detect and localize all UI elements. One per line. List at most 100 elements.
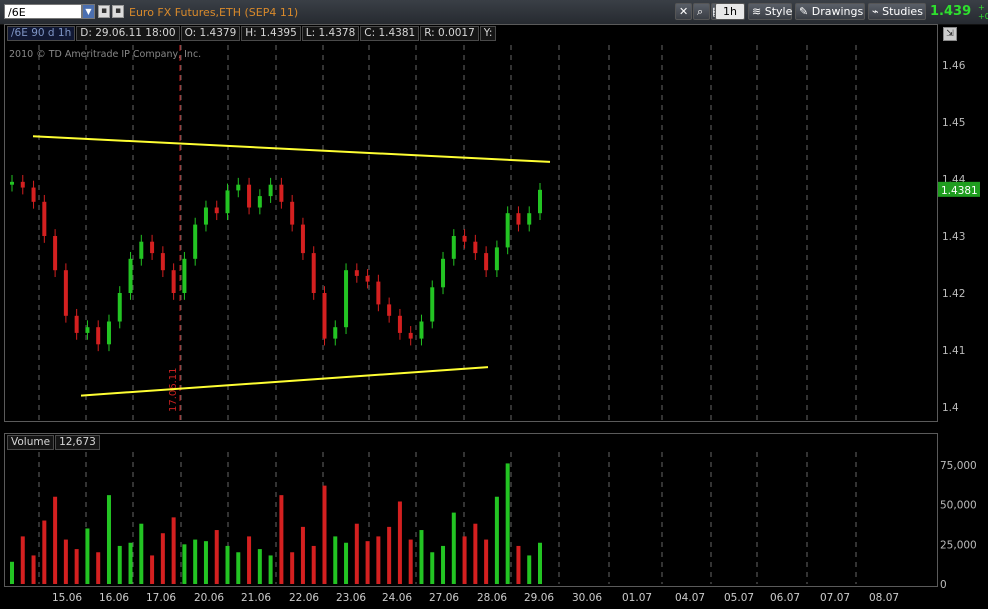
volume-bar bbox=[408, 539, 413, 584]
volume-bar bbox=[160, 533, 165, 584]
x-tick-label: 05.07 bbox=[724, 592, 754, 604]
volume-bar bbox=[74, 549, 79, 584]
x-tick-label: 22.06 bbox=[289, 592, 319, 604]
candle-body bbox=[527, 213, 532, 225]
volume-bar bbox=[516, 545, 521, 584]
volume-bar bbox=[505, 463, 510, 584]
volume-bar bbox=[193, 539, 198, 584]
candle-body bbox=[494, 247, 499, 271]
candle-body bbox=[473, 241, 478, 254]
volume-bar bbox=[322, 485, 327, 584]
volume-bar bbox=[10, 561, 14, 584]
candle-body bbox=[441, 258, 446, 288]
price-tick-label: 1.4 bbox=[942, 402, 959, 414]
volume-bar bbox=[527, 555, 532, 584]
candle-body bbox=[236, 184, 241, 191]
candle-body bbox=[462, 236, 467, 242]
candle-body bbox=[74, 315, 79, 333]
volume-bar bbox=[236, 552, 241, 584]
candle-body bbox=[376, 281, 381, 305]
candle-body bbox=[311, 253, 316, 293]
candle-body bbox=[106, 321, 111, 345]
candle-body bbox=[538, 189, 542, 214]
volume-bar bbox=[139, 523, 144, 584]
volume-bar bbox=[20, 536, 25, 584]
x-tick-label: 20.06 bbox=[194, 592, 224, 604]
x-tick-label: 15.06 bbox=[52, 592, 82, 604]
volume-bar bbox=[344, 542, 349, 584]
price-tick-label: 1.41 bbox=[942, 345, 965, 357]
volume-bar bbox=[279, 495, 284, 584]
x-tick-label: 17.06 bbox=[146, 592, 176, 604]
candle-body bbox=[96, 327, 101, 345]
x-tick-label: 30.06 bbox=[572, 592, 602, 604]
candle-body bbox=[160, 253, 165, 271]
x-tick-label: 29.06 bbox=[524, 592, 554, 604]
candle-body bbox=[20, 181, 25, 188]
candle-body bbox=[505, 213, 510, 248]
x-tick-label: 24.06 bbox=[382, 592, 412, 604]
volume-bar bbox=[225, 545, 230, 584]
price-tick-label: 1.42 bbox=[942, 288, 965, 300]
price-tick-label: 1.43 bbox=[942, 231, 965, 243]
candle-body bbox=[171, 270, 176, 293]
candle-body bbox=[85, 327, 90, 333]
volume-bar bbox=[430, 552, 435, 584]
volume-bar bbox=[268, 555, 273, 584]
volume-bar bbox=[473, 523, 478, 584]
volume-tick-label: 75,000 bbox=[940, 460, 977, 472]
current-price-tag: 1.4381 bbox=[941, 185, 978, 197]
candle-body bbox=[397, 315, 402, 333]
volume-bar bbox=[106, 495, 111, 584]
candle-body bbox=[279, 184, 284, 202]
candle-body bbox=[128, 258, 133, 293]
candle-body bbox=[63, 270, 68, 316]
candle-body bbox=[344, 270, 349, 328]
x-tick-label: 08.07 bbox=[869, 592, 899, 604]
volume-bar bbox=[171, 517, 176, 584]
volume-bar bbox=[63, 539, 68, 584]
x-tick-label: 06.07 bbox=[770, 592, 800, 604]
candle-body bbox=[247, 184, 252, 208]
volume-bar bbox=[387, 526, 392, 584]
candle-body bbox=[484, 253, 489, 271]
x-tick-label: 28.06 bbox=[477, 592, 507, 604]
volume-bar bbox=[42, 520, 47, 584]
candle-body bbox=[419, 321, 424, 339]
volume-bar bbox=[96, 552, 101, 584]
volume-bar bbox=[462, 536, 467, 584]
x-tick-label: 07.07 bbox=[820, 592, 850, 604]
candle-body bbox=[10, 181, 14, 185]
candle-body bbox=[193, 224, 198, 259]
volume-bar bbox=[214, 530, 219, 584]
volume-bar bbox=[247, 536, 252, 584]
price-tick-label: 1.45 bbox=[942, 117, 965, 129]
volume-bar bbox=[376, 536, 381, 584]
volume-bar bbox=[150, 555, 155, 584]
candle-body bbox=[225, 190, 230, 214]
volume-bar bbox=[538, 542, 542, 584]
chart-canvas[interactable]: 15.06 16.06 17.06 20.06 21.06 22.06 23.06 24.06… bbox=[0, 0, 988, 609]
volume-bar bbox=[484, 539, 489, 584]
candle-body bbox=[516, 213, 521, 225]
candle-body bbox=[214, 207, 219, 214]
candle-body bbox=[408, 332, 413, 339]
trendline bbox=[80, 366, 489, 397]
volume-bar bbox=[300, 526, 305, 584]
candle-body bbox=[333, 327, 338, 339]
x-tick-label: 04.07 bbox=[675, 592, 705, 604]
volume-bar bbox=[182, 544, 187, 584]
volume-tick-label: 50,000 bbox=[940, 500, 977, 512]
candle-body bbox=[53, 236, 58, 271]
volume-bar bbox=[397, 501, 402, 584]
candle-body bbox=[268, 184, 273, 197]
x-tick-label: 21.06 bbox=[241, 592, 271, 604]
volume-bar bbox=[53, 496, 58, 584]
volume-bar bbox=[354, 523, 359, 584]
volume-bar bbox=[494, 496, 499, 584]
candle-body bbox=[300, 224, 305, 254]
volume-bar bbox=[85, 528, 90, 584]
volume-bar bbox=[365, 541, 370, 584]
candle-body bbox=[42, 201, 47, 236]
trendline bbox=[32, 135, 551, 163]
